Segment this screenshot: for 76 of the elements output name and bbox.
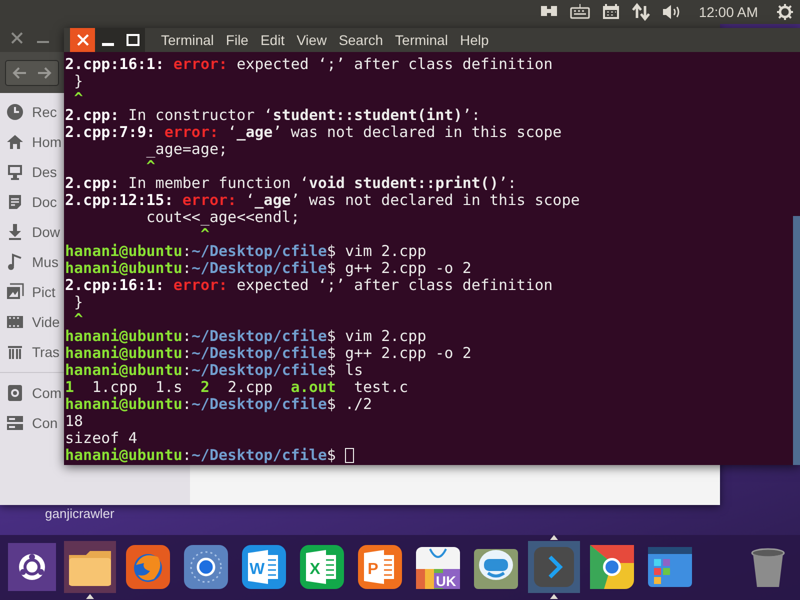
sidebar-item[interactable]: Rec [0,97,63,127]
circle-logo-icon[interactable] [6,541,58,593]
close-icon[interactable] [10,31,24,45]
right-arrow-icon [37,66,53,80]
terminal-line: hanani@ubuntu:~/Desktop/cfile$ vim 2.cpp [65,243,426,260]
terminal-line: hanani@ubuntu:~/Desktop/cfile$ vim 2.cpp [65,328,426,345]
sidebar-item[interactable]: Tras [0,337,63,367]
folder-icon[interactable] [64,541,116,593]
terminal-line: hanani@ubuntu:~/Desktop/cfile$ ./2 [65,396,372,413]
file-name: 1.cpp [92,378,138,396]
sidebar-item[interactable]: Con [0,408,63,438]
minimize-icon [102,43,114,46]
terminal-line: 2.cpp: In member function ‘void student::print()’: [65,175,517,192]
terminal-line: cout<<_age<<endl; [146,209,300,226]
keyboard-icon[interactable] [570,3,590,21]
terminal-line: ^ [145,158,156,175]
terminal-line: ^ [73,90,84,107]
calendar-icon[interactable] [602,3,620,21]
scrollbar[interactable] [793,216,800,465]
terminal-line: hanani@ubuntu:~/Desktop/cfile$ g++ 2.cpp -o 2 [65,260,472,277]
menu-item[interactable]: View [290,28,333,52]
terminal-line: } [74,73,84,90]
close-button[interactable] [70,28,95,52]
file-name: 1.s [155,378,182,396]
terminal-line: hanani@ubuntu:~/Desktop/cfile$ ls [65,362,364,379]
terminal-line: _age=age; [146,141,228,158]
terminal-line: ^ [200,226,210,243]
file-name: 2 [200,378,210,396]
download-icon [6,223,24,241]
terminal-line: } [74,294,84,311]
left-arrow-icon [11,66,27,80]
music-note-icon [6,253,24,271]
terminal-line: 2.cpp:16:1: error: expected ‘;’ after class definition [65,277,553,294]
menu-item[interactable]: Edit [254,28,291,52]
menu-item[interactable]: File [220,28,254,52]
document-icon [6,193,24,211]
terminal-line: 2.cpp:16:1: error: expected ‘;’ after class definition [65,56,553,73]
clock[interactable]: 12:00 AM [698,4,758,20]
sidebar-item[interactable]: Doc [0,187,63,217]
close-icon [76,33,90,47]
clock-icon [6,103,24,121]
menu-item[interactable]: Terminal [155,28,220,52]
gear-icon[interactable] [776,3,794,21]
file-name: 1 [65,378,74,396]
terminal-prompt: hanani@ubuntu:~/Desktop/cfile$ [65,447,336,464]
terminal-line: 2.cpp:12:15: error: ‘_age’ was not declared in this scope [65,192,580,209]
desktop-icon-label[interactable]: ganjicrawler [45,506,114,521]
updown-arrows-icon[interactable] [632,3,650,21]
terminal-line: sizeof 4 [65,430,138,447]
house-icon [6,133,24,151]
sidebar-item[interactable]: Des [0,157,63,187]
file-name: a.out [290,378,336,396]
monitor-icon [6,163,24,181]
trash-icon [6,343,24,361]
file-name: 2.cpp [228,378,273,396]
film-icon [6,313,24,331]
speaker-icon[interactable] [662,3,681,21]
terminal-line: 2.cpp:7:9: error: ‘_age’ was not declared in this scope [65,124,562,141]
sidebar-item[interactable]: Hom [0,127,63,157]
terminal-icon[interactable] [528,541,580,593]
sidebar-item[interactable]: Pict [0,277,63,307]
server-icon [6,414,24,432]
terminal-line: 18 [65,413,84,430]
menu-item[interactable]: Search [332,28,390,52]
file-name: test.c [354,378,408,396]
sidebar-item[interactable]: Com [0,378,63,408]
sidebar-item[interactable]: Dow [0,217,63,247]
menu-item[interactable]: Terminal [389,28,454,52]
terminal-line: 2.cpp: In constructor ‘student::student(int)’: [65,107,480,124]
pictures-icon [6,283,24,301]
sidebar-item[interactable]: Vide [0,307,63,337]
terminal-line: hanani@ubuntu:~/Desktop/cfile$ g++ 2.cpp -o 2 [65,345,472,362]
maximize-icon [126,33,140,47]
menu-item[interactable]: Help [454,28,495,52]
terminal-line: ^ [73,311,84,328]
sidebar-item[interactable]: Mus [0,247,63,277]
